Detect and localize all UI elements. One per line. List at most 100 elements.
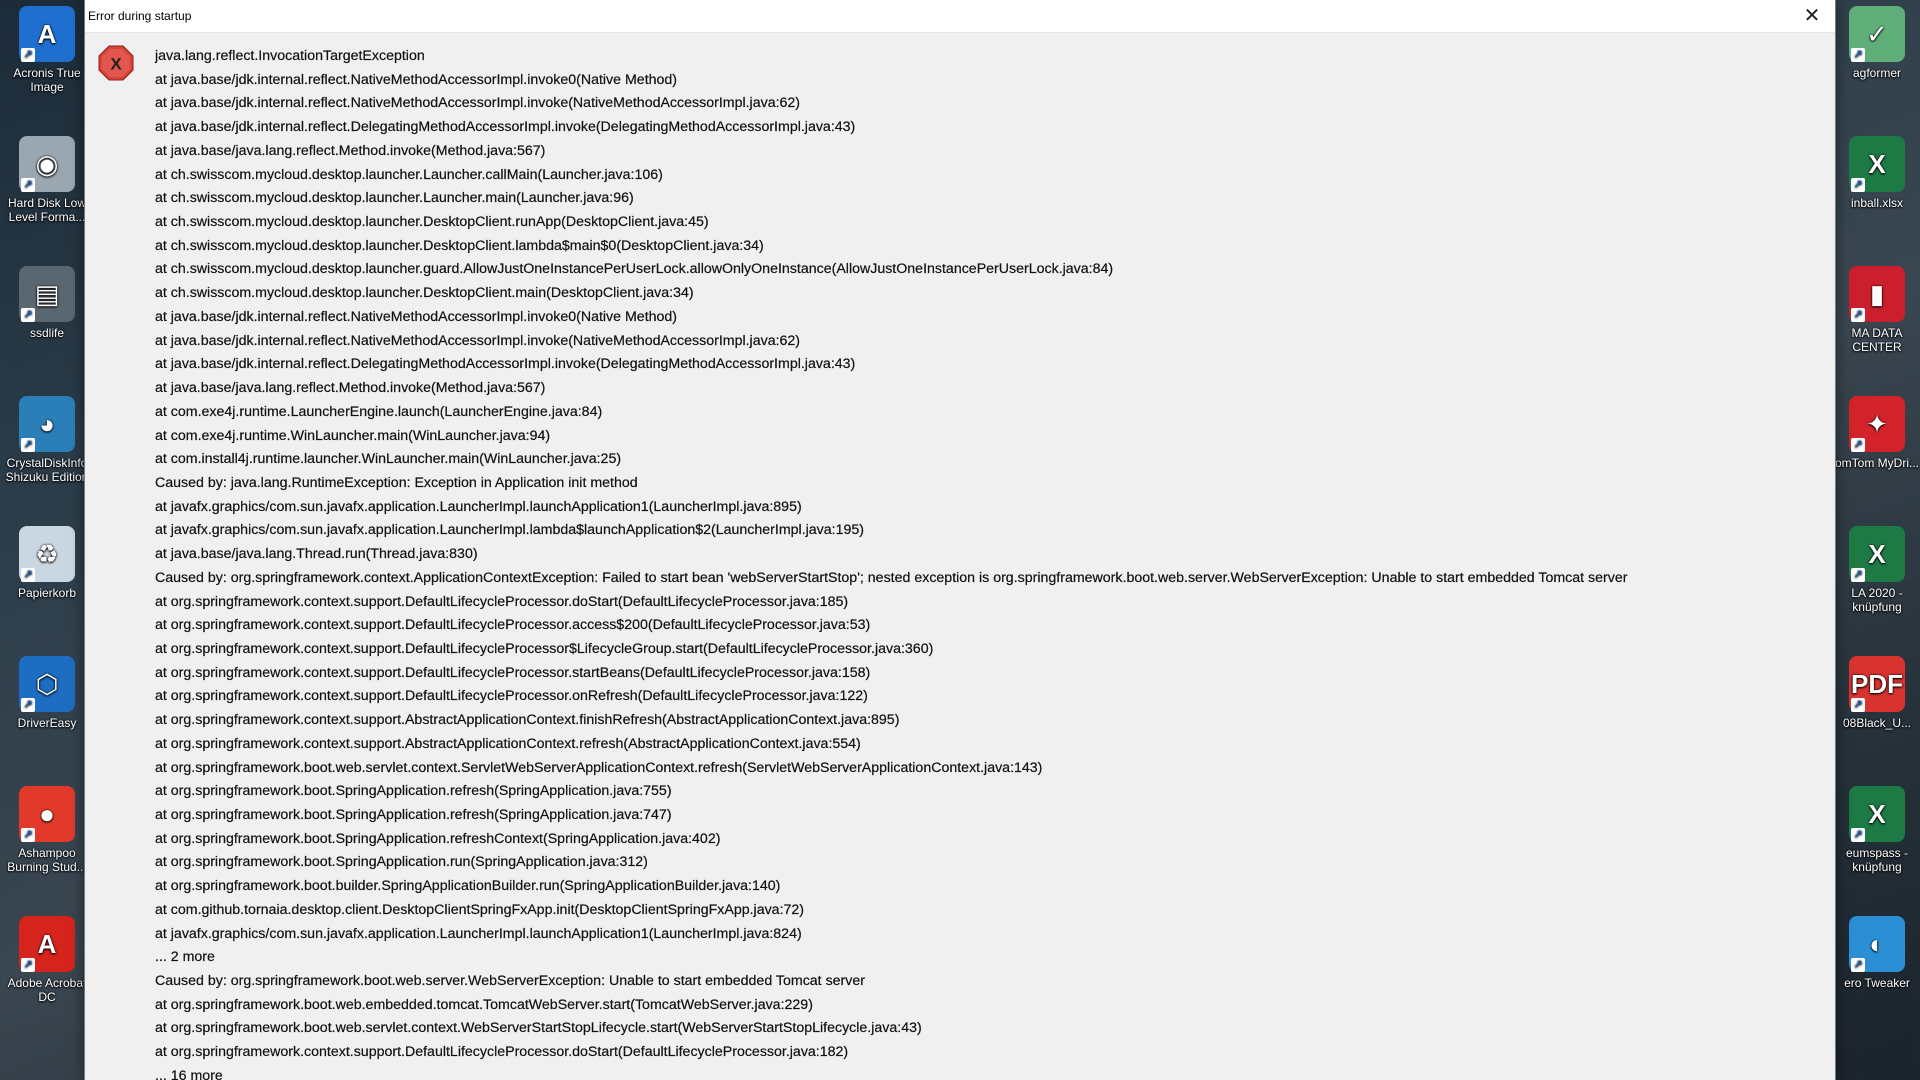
desktop-shortcut-label: LA 2020 - knüpfung	[1851, 586, 1903, 614]
shortcut-arrow-icon: ↗	[21, 698, 35, 712]
desktop-shortcut-label: ssdlife	[29, 326, 64, 340]
stack-trace-line: at ch.swisscom.mycloud.desktop.launcher.…	[155, 166, 663, 183]
desktop-shortcut[interactable]: ▤ ↗ ssdlife	[4, 266, 90, 340]
stack-trace-line: at org.springframework.context.support.D…	[155, 617, 871, 634]
desktop-shortcut-label: Ashampoo Burning Stud...	[7, 846, 87, 874]
stack-trace-line: at ch.swisscom.mycloud.desktop.launcher.…	[155, 214, 709, 231]
stack-trace-line: at org.springframework.context.support.A…	[155, 712, 900, 729]
excel-verknuepfung-icon: X ↗	[1849, 526, 1905, 582]
stack-trace-line: at org.springframework.context.support.D…	[155, 640, 934, 657]
desktop-shortcut-label: MA DATA CENTER	[1851, 326, 1903, 354]
stack-trace-line: at org.springframework.boot.web.servlet.…	[155, 759, 1043, 776]
stack-trace-line: at javafx.graphics/com.sun.javafx.applic…	[155, 498, 802, 515]
desktop-shortcut[interactable]: ⬡ ↗ DriverEasy	[4, 656, 90, 730]
stack-trace-line: at java.base/java.lang.reflect.Method.in…	[155, 142, 546, 159]
desktop-shortcut[interactable]: X ↗ LA 2020 - knüpfung	[1834, 526, 1920, 614]
stack-trace-line: at java.base/jdk.internal.reflect.Native…	[155, 95, 801, 112]
stack-trace-line: at com.exe4j.runtime.WinLauncher.main(Wi…	[155, 427, 551, 444]
stack-trace-line: at ch.swisscom.mycloud.desktop.launcher.…	[155, 190, 634, 207]
desktop-shortcut[interactable]: A ↗ Acronis True Image	[4, 6, 90, 94]
desktop-shortcut[interactable]: PDF ↗ 08Black_U...	[1834, 656, 1920, 730]
shortcut-arrow-icon: ↗	[1851, 48, 1865, 62]
desktop-shortcut[interactable]: ▮ ↗ MA DATA CENTER	[1834, 266, 1920, 354]
desktop-shortcut-label: CrystalDiskInfo Shizuku Edition	[5, 456, 89, 484]
desktop-shortcut-label: Acronis True Image	[13, 66, 81, 94]
stack-trace-line: Caused by: org.springframework.boot.web.…	[155, 973, 865, 990]
desktop-shortcut[interactable]: ✦ ↗ omTom MyDri...	[1834, 396, 1920, 470]
shortcut-arrow-icon: ↗	[21, 178, 35, 192]
transformer-icon: ✓ ↗	[1849, 6, 1905, 62]
desktop-shortcut-label: inball.xlsx	[1850, 196, 1904, 210]
stack-trace-line: at java.base/jdk.internal.reflect.Native…	[155, 71, 678, 88]
stack-trace-line: Caused by: java.lang.RuntimeException: E…	[155, 474, 638, 491]
desktop-shortcut-label: Adobe Acrobat DC	[7, 976, 87, 1004]
ssdlife-icon: ▤ ↗	[19, 266, 75, 322]
shortcut-arrow-icon: ↗	[21, 568, 35, 582]
desktop-left-column: A ↗ Acronis True Image ◉ ↗ Hard Disk Low Leve…	[0, 0, 88, 1080]
data-center-icon: ▮ ↗	[1849, 266, 1905, 322]
desktop-shortcut-label: agformer	[1852, 66, 1902, 80]
desktop-shortcut[interactable]: A ↗ Adobe Acrobat DC	[4, 916, 90, 1004]
desktop-shortcut-label: Hard Disk Low Level Forma...	[7, 196, 87, 224]
close-button[interactable]: ✕	[1789, 0, 1835, 32]
desktop-right-column: ✓ ↗ agformer X ↗ inball.xlsx ▮ ↗ MA DATA CENTER ✦…	[1834, 0, 1920, 1080]
stack-trace-line: at org.springframework.boot.SpringApplic…	[155, 807, 672, 823]
shortcut-arrow-icon: ↗	[1851, 178, 1865, 192]
desktop-shortcut-label: ero Tweaker	[1844, 976, 1910, 990]
stack-trace-line: at com.exe4j.runtime.LauncherEngine.laun…	[155, 403, 603, 420]
desktop-shortcut-label: omTom MyDri...	[1835, 456, 1919, 470]
stack-trace-line: at org.springframework.context.support.D…	[155, 1044, 849, 1061]
aero-tweaker-icon: ◐ ↗	[1849, 916, 1905, 972]
error-dialog: Error during startup ✕ X java.lang.refle…	[84, 0, 1836, 1080]
drivereasy-icon: ⬡ ↗	[19, 656, 75, 712]
desktop-shortcut-label: 08Black_U...	[1842, 716, 1912, 730]
stack-trace-line: at org.springframework.context.support.D…	[155, 688, 868, 705]
crystaldiskinfo-icon: ◕ ↗	[19, 396, 75, 452]
desktop-shortcut[interactable]: ◕ ↗ CrystalDiskInfo Shizuku Edition	[4, 396, 90, 484]
dialog-titlebar[interactable]: Error during startup ✕	[85, 0, 1835, 33]
desktop-shortcut[interactable]: ◐ ↗ ero Tweaker	[1834, 916, 1920, 990]
shortcut-arrow-icon: ↗	[21, 48, 35, 62]
stack-trace-line: at org.springframework.context.support.D…	[155, 664, 871, 681]
stack-trace: java.lang.reflect.InvocationTargetExcept…	[155, 45, 1827, 1080]
shortcut-arrow-icon: ↗	[1851, 438, 1865, 452]
stack-trace-line: at java.base/jdk.internal.reflect.Native…	[155, 308, 678, 325]
desktop-shortcut[interactable]: ● ↗ Ashampoo Burning Stud...	[4, 786, 90, 874]
stack-trace-line: at org.springframework.context.support.A…	[155, 735, 861, 752]
shortcut-arrow-icon: ↗	[1851, 698, 1865, 712]
stack-trace-line: Caused by: org.springframework.context.A…	[155, 569, 1628, 586]
shortcut-arrow-icon: ↗	[21, 308, 35, 322]
dialog-title: Error during startup	[88, 9, 192, 23]
desktop-shortcut[interactable]: ◉ ↗ Hard Disk Low Level Forma...	[4, 136, 90, 224]
stack-trace-line: at com.install4j.runtime.launcher.WinLau…	[155, 451, 622, 468]
excel-saisonpass-icon: X ↗	[1849, 786, 1905, 842]
stack-trace-line: at java.base/jdk.internal.reflect.Native…	[155, 332, 801, 349]
stack-trace-line: at org.springframework.boot.web.servlet.…	[155, 1020, 922, 1037]
shortcut-arrow-icon: ↗	[1851, 958, 1865, 972]
desktop-shortcut-label: Papierkorb	[17, 586, 77, 600]
desktop-shortcut[interactable]: ✓ ↗ agformer	[1834, 6, 1920, 80]
pdf-file-icon: PDF ↗	[1849, 656, 1905, 712]
stack-trace-line: at org.springframework.boot.SpringApplic…	[155, 830, 721, 847]
acronis-true-image-icon: A ↗	[19, 6, 75, 62]
stack-trace-line: at java.base/jdk.internal.reflect.Delega…	[155, 119, 856, 136]
shortcut-arrow-icon: ↗	[1851, 568, 1865, 582]
tomtom-mydrive-icon: ✦ ↗	[1849, 396, 1905, 452]
stack-trace-line: at javafx.graphics/com.sun.javafx.applic…	[155, 522, 865, 539]
stack-trace-line: at org.springframework.context.support.D…	[155, 593, 849, 610]
desktop-shortcut[interactable]: X ↗ inball.xlsx	[1834, 136, 1920, 210]
stack-trace-line: at java.base/java.lang.reflect.Method.in…	[155, 380, 546, 397]
stack-trace-line: ... 2 more	[155, 949, 215, 966]
stack-trace-line: at java.base/jdk.internal.reflect.Delega…	[155, 356, 856, 373]
stack-trace-line: java.lang.reflect.InvocationTargetExcept…	[155, 48, 425, 64]
stack-trace-line: at ch.swisscom.mycloud.desktop.launcher.…	[155, 261, 1114, 278]
error-icon-glyph: X	[110, 55, 122, 74]
stack-trace-line: at javafx.graphics/com.sun.javafx.applic…	[155, 925, 802, 942]
stack-trace-line: at org.springframework.boot.SpringApplic…	[155, 854, 648, 871]
ashampoo-burning-studio-icon: ● ↗	[19, 786, 75, 842]
desktop-shortcut[interactable]: ♻ ↗ Papierkorb	[4, 526, 90, 600]
desktop-shortcut[interactable]: X ↗ eumspass - knüpfung	[1834, 786, 1920, 874]
stack-trace-line: at org.springframework.boot.SpringApplic…	[155, 783, 672, 800]
stack-trace-line: at ch.swisscom.mycloud.desktop.launcher.…	[155, 237, 764, 254]
shortcut-arrow-icon: ↗	[21, 438, 35, 452]
